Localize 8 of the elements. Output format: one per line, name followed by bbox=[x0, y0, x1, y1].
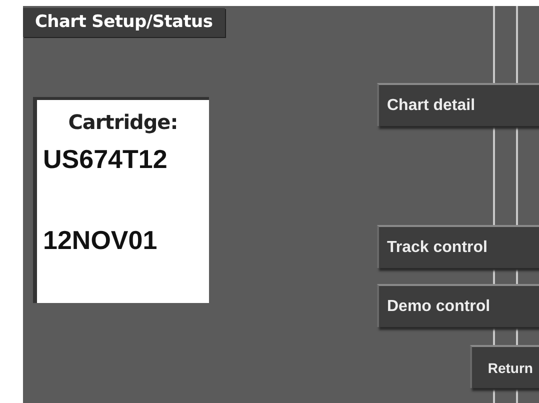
button[interactable]: Return bbox=[470, 345, 539, 388]
cartridge-date: 12NOV01 bbox=[43, 225, 158, 256]
button[interactable]: Track control bbox=[377, 225, 539, 268]
cartridge-id: US674T12 bbox=[43, 144, 168, 175]
screen-title: Chart Setup/Status bbox=[23, 8, 225, 37]
button[interactable]: Demo control bbox=[377, 284, 539, 327]
button[interactable]: Chart detail bbox=[377, 83, 539, 126]
cartridge-label: Cartridge: bbox=[68, 110, 178, 134]
